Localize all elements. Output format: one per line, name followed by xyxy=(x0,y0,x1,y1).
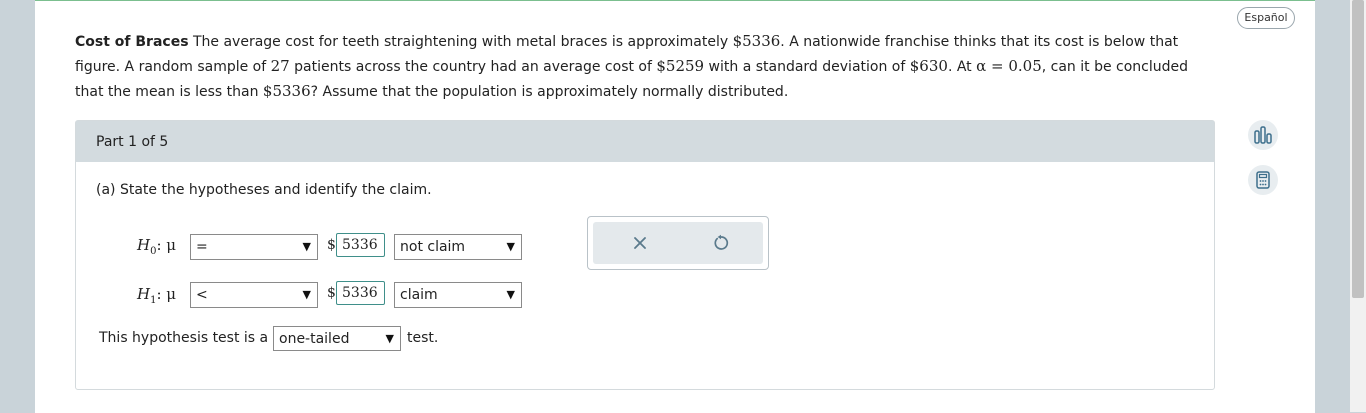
problem-value: $5259 xyxy=(656,57,705,75)
chevron-down-icon: ▼ xyxy=(302,240,311,253)
h1-label: H1: μ xyxy=(137,285,176,306)
h0-symbol: H xyxy=(137,236,151,254)
problem-value: 27 xyxy=(270,57,290,75)
problem-text: patients across the country had an avera… xyxy=(289,59,657,75)
close-icon xyxy=(634,237,646,249)
problem-text: The average cost for teeth straightening… xyxy=(188,34,733,50)
test-type-suffix: test. xyxy=(407,330,439,346)
scrollbar[interactable] xyxy=(1350,0,1366,412)
h0-mu: : μ xyxy=(156,236,177,254)
language-toggle-button[interactable]: Español xyxy=(1237,7,1295,29)
answer-action-panel xyxy=(587,216,769,270)
problem-text: with a standard deviation of xyxy=(704,59,910,75)
part-header: Part 1 of 5 xyxy=(76,121,1214,162)
h0-operator-value: = xyxy=(196,239,208,255)
problem-statement: Cost of Braces The average cost for teet… xyxy=(75,29,1205,104)
h1-symbol: H xyxy=(137,285,151,303)
calculator-icon xyxy=(1256,171,1270,189)
h0-claim-value: not claim xyxy=(400,239,466,255)
h1-dollar-sign: $ xyxy=(327,285,336,301)
problem-value: $5336 xyxy=(262,82,311,100)
h1-claim-select[interactable]: claim ▼ xyxy=(394,282,522,308)
answer-action-bar xyxy=(593,222,763,264)
h1-operator-select[interactable]: < ▼ xyxy=(190,282,318,308)
problem-text: . At xyxy=(947,59,977,75)
h1-operator-value: < xyxy=(196,287,208,303)
h0-label: H0: μ xyxy=(137,236,176,257)
chevron-down-icon: ▼ xyxy=(506,288,515,301)
chevron-down-icon: ▼ xyxy=(302,288,311,301)
question-text: (a) State the hypotheses and identify th… xyxy=(96,182,432,198)
test-type-prefix: This hypothesis test is a xyxy=(99,330,269,346)
undo-icon xyxy=(714,234,729,250)
reset-button[interactable] xyxy=(710,232,732,254)
part-label: Part 1 of 5 xyxy=(96,134,169,150)
calculator-button[interactable] xyxy=(1248,165,1278,195)
test-type-select[interactable]: one-tailed ▼ xyxy=(273,326,401,351)
problem-title: Cost of Braces xyxy=(75,34,189,50)
h0-value-input[interactable]: 5336 xyxy=(336,233,385,257)
data-tool-button[interactable] xyxy=(1248,120,1278,150)
h0-dollar-sign: $ xyxy=(327,237,336,253)
problem-text: ? Assume that the population is approxim… xyxy=(310,84,789,100)
h0-claim-select[interactable]: not claim ▼ xyxy=(394,234,522,260)
bar-chart-icon xyxy=(1254,126,1272,144)
scrollbar-thumb[interactable] xyxy=(1352,0,1364,298)
h1-claim-value: claim xyxy=(400,287,438,303)
problem-value: $5336 xyxy=(732,32,781,50)
test-type-value: one-tailed xyxy=(279,331,350,347)
h1-value-input[interactable]: 5336 xyxy=(336,281,385,305)
h1-mu: : μ xyxy=(156,285,177,303)
chevron-down-icon: ▼ xyxy=(385,332,394,345)
problem-value: $630 xyxy=(909,57,948,75)
h0-operator-select[interactable]: = ▼ xyxy=(190,234,318,260)
chevron-down-icon: ▼ xyxy=(506,240,515,253)
problem-value: α = 0.05 xyxy=(976,57,1042,75)
clear-button[interactable] xyxy=(629,232,651,254)
